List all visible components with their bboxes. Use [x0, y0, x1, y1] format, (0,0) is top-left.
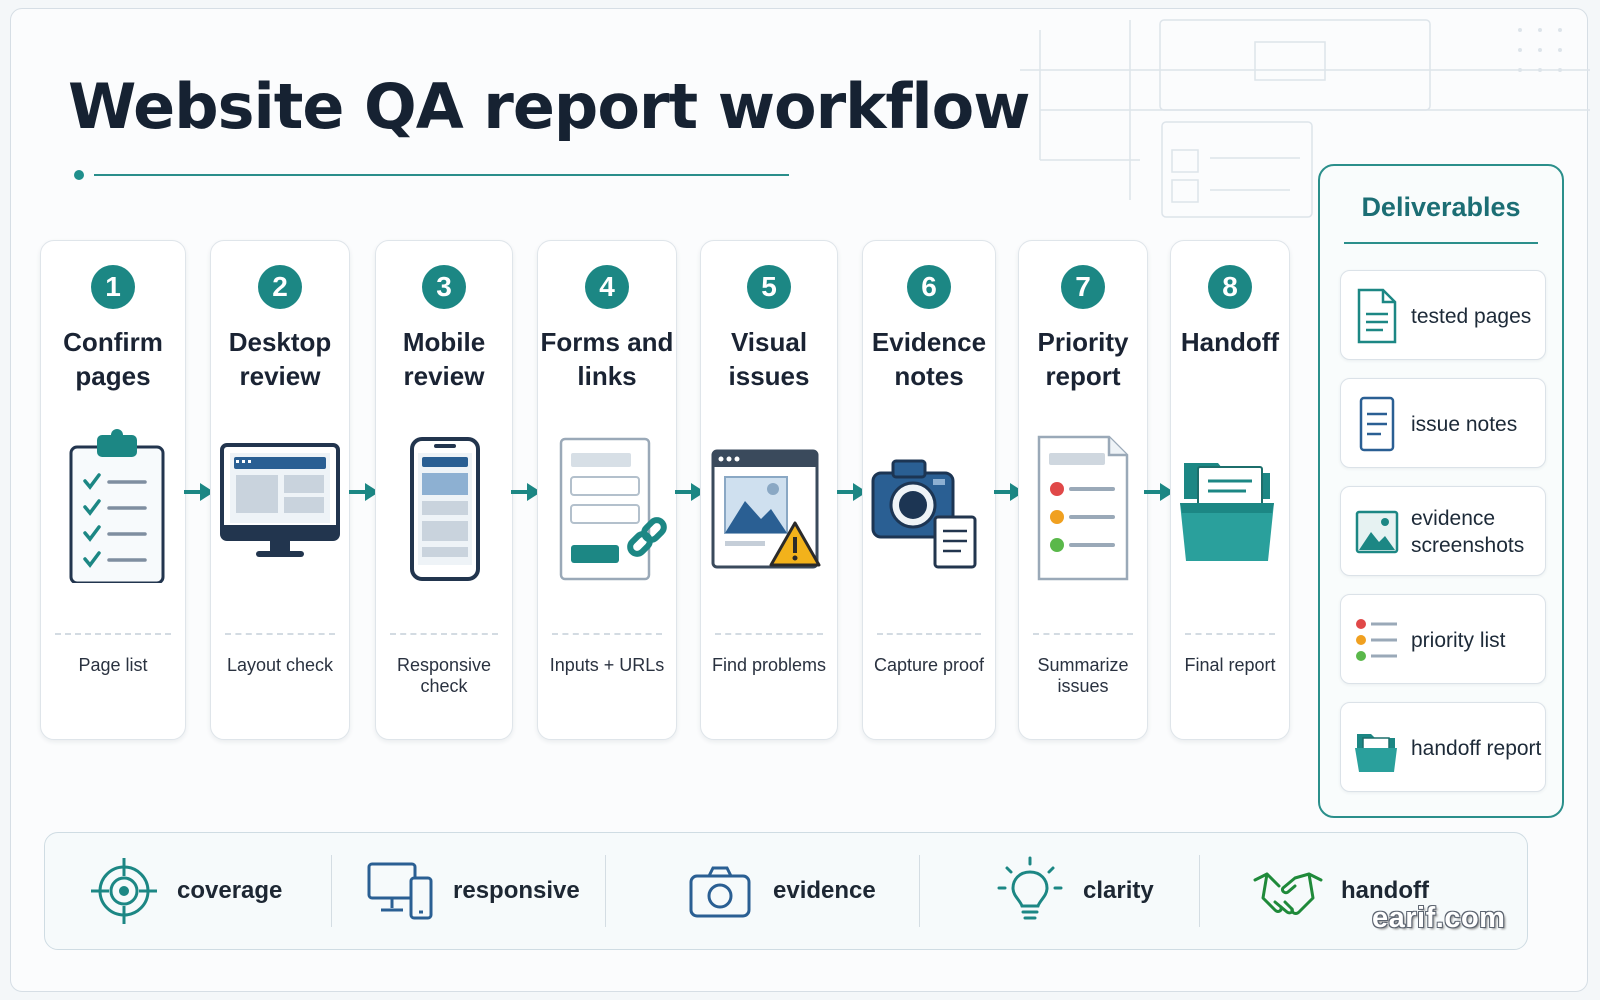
- benefit-label: clarity: [1083, 877, 1154, 904]
- benefit-label: handoff: [1341, 877, 1429, 904]
- folder-icon: [1355, 734, 1397, 772]
- lightbulb-icon: [997, 856, 1063, 920]
- benefit-divider: [919, 855, 920, 927]
- benefit-label: coverage: [177, 877, 283, 904]
- card-divider: [552, 633, 662, 635]
- deliverable-label: issue notes: [1411, 412, 1518, 436]
- step-note: Find problems: [711, 655, 827, 675]
- step-number: 2: [258, 265, 302, 309]
- form-link-icon: [559, 437, 667, 581]
- handshake-icon: [1253, 872, 1323, 915]
- screenshot-icon: [1355, 510, 1399, 554]
- deliverables-title: Deliverables: [1361, 192, 1521, 222]
- step-card-1: 1 Confirm pages Page list: [40, 240, 186, 740]
- step-number: 1: [91, 265, 135, 309]
- step-card-2: 2 Desktop review Layout check: [210, 240, 350, 740]
- benefits-bar: coverage responsive evidence clarity han…: [44, 832, 1528, 950]
- camera-notes-icon: [871, 459, 977, 569]
- card-divider: [55, 633, 171, 635]
- title-underline: [74, 170, 789, 180]
- step-card-4: 4 Forms and links Inputs + URLs: [537, 240, 677, 740]
- step-card-5: 5 Visual issues Find problems: [700, 240, 838, 740]
- page-title: Website QA report workflow: [68, 70, 1030, 143]
- notes-icon: [1359, 396, 1395, 452]
- benefit-item: evidence: [685, 833, 876, 949]
- image-warning-icon: [711, 449, 821, 569]
- card-divider: [225, 633, 335, 635]
- card-divider: [877, 633, 981, 635]
- benefit-item: clarity: [995, 833, 1154, 949]
- step-title: Evidence notes: [871, 327, 987, 391]
- deliverable-label: evidence screenshots: [1411, 507, 1525, 557]
- clipboard-checklist-icon: [69, 429, 165, 583]
- step-title: Forms and links: [540, 327, 674, 391]
- deliverable-item: issue notes: [1340, 378, 1546, 468]
- benefit-divider: [1199, 855, 1200, 927]
- watermark-text: earif.com: [1372, 902, 1506, 934]
- document-icon: [1357, 288, 1397, 344]
- deliverable-item: evidence screenshots: [1340, 486, 1546, 576]
- step-title: Visual issues: [728, 327, 810, 391]
- deliverable-label: handoff report: [1411, 736, 1542, 760]
- devices-icon: [367, 862, 433, 920]
- deliverables-panel: Deliverables tested pages issue notes ev…: [1318, 164, 1564, 818]
- step-note: Responsive check: [396, 655, 492, 696]
- card-divider: [390, 633, 498, 635]
- step-note: Capture proof: [873, 655, 985, 675]
- step-note: Layout check: [226, 655, 334, 675]
- step-note: Final report: [1184, 655, 1276, 675]
- step-number: 5: [747, 265, 791, 309]
- benefit-label: responsive: [453, 877, 580, 904]
- card-divider: [715, 633, 823, 635]
- benefit-divider: [331, 855, 332, 927]
- benefit-item: responsive: [365, 833, 580, 949]
- step-title: Handoff: [1180, 327, 1280, 357]
- step-title: Confirm pages: [63, 327, 163, 391]
- step-number: 8: [1208, 265, 1252, 309]
- step-note: Inputs + URLs: [549, 655, 665, 675]
- step-title: Priority report: [1037, 327, 1129, 391]
- deliverable-item: priority list: [1340, 594, 1546, 684]
- step-card-7: 7 Priority report Summarize issues: [1018, 240, 1148, 740]
- step-number: 4: [585, 265, 629, 309]
- priority-list-icon: [1356, 619, 1397, 661]
- step-note: Summarize issues: [1037, 655, 1129, 696]
- step-card-8: 8 Handoff Final report: [1170, 240, 1290, 740]
- benefit-divider: [605, 855, 606, 927]
- step-number: 3: [422, 265, 466, 309]
- desktop-monitor-icon: [220, 443, 340, 557]
- step-card-6: 6 Evidence notes Capture proof: [862, 240, 996, 740]
- step-title: Mobile review: [402, 327, 486, 391]
- step-note: Page list: [78, 655, 148, 675]
- step-number: 6: [907, 265, 951, 309]
- deliverable-item: handoff report: [1340, 702, 1546, 792]
- deliverables-underline: [1344, 242, 1538, 244]
- deliverable-item: tested pages: [1340, 270, 1546, 360]
- target-icon: [91, 858, 157, 924]
- deliverable-label: priority list: [1411, 628, 1506, 652]
- card-divider: [1033, 633, 1133, 635]
- camera-icon: [689, 866, 751, 918]
- folder-icon: [1180, 463, 1274, 561]
- step-card-3: 3 Mobile review Responsive check: [375, 240, 513, 740]
- deliverable-label: tested pages: [1411, 304, 1532, 328]
- step-number: 7: [1061, 265, 1105, 309]
- mobile-phone-icon: [410, 437, 480, 581]
- card-divider: [1185, 633, 1275, 635]
- priority-report-icon: [1037, 435, 1129, 581]
- benefit-item: coverage: [89, 833, 282, 949]
- step-title: Desktop review: [228, 327, 332, 391]
- benefit-label: evidence: [773, 877, 876, 904]
